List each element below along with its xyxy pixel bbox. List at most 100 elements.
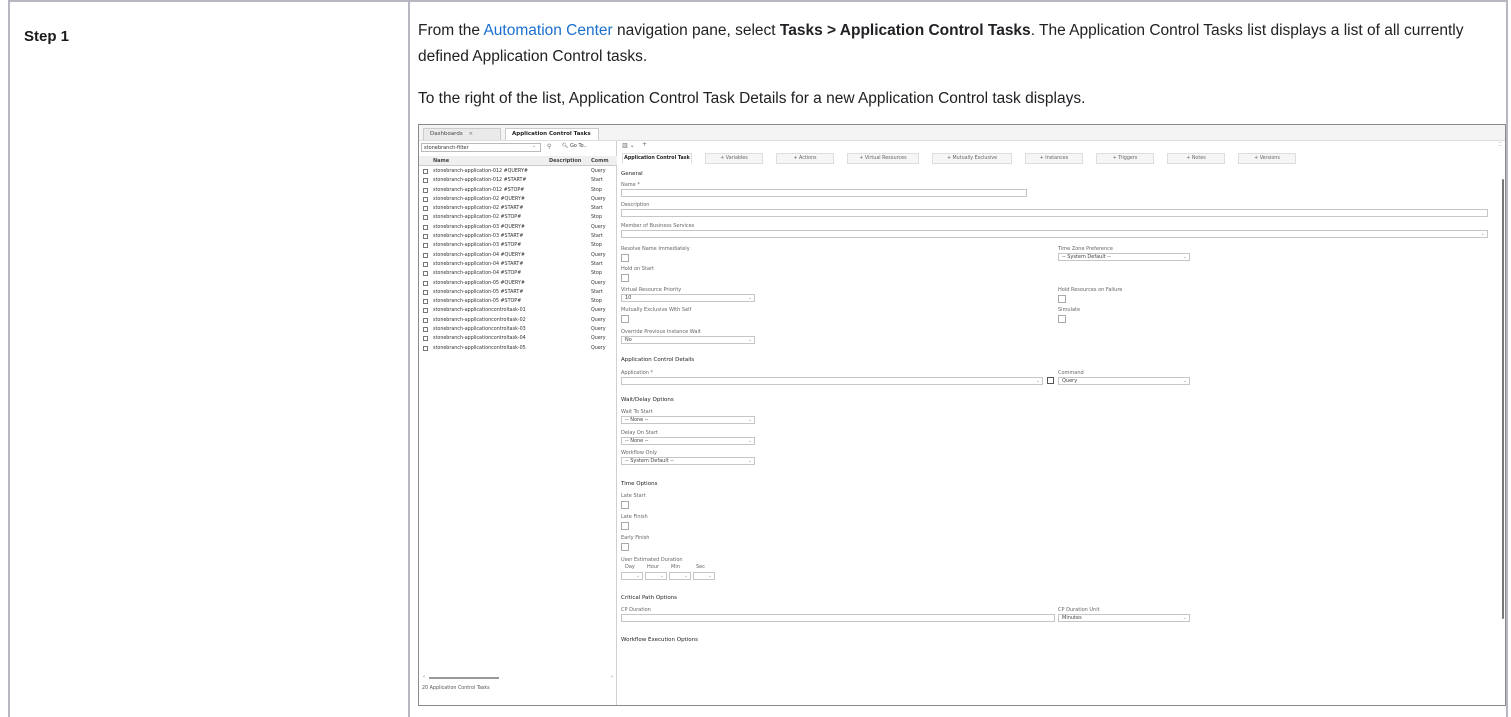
table-row[interactable]: stonebranch-application-04 #START# Start — [419, 260, 617, 269]
scroll-thumb[interactable] — [1502, 179, 1504, 619]
hour-select[interactable]: ⌄ — [645, 572, 667, 580]
member-business-services-select[interactable]: ⌄ — [621, 230, 1488, 238]
scroll-thumb[interactable] — [429, 677, 499, 679]
wait-value: -- None -- — [625, 417, 649, 423]
task-list-pane: stonebranch-filter ⌄ ⚲ 🔍︎ Go To.. Name D… — [419, 141, 617, 705]
min-select[interactable]: ⌄ — [669, 572, 691, 580]
table-row[interactable]: stonebranch-application-012 #STOP# Stop — [419, 186, 617, 195]
hold-resources-label: Hold Resources on Failure — [1058, 287, 1123, 293]
table-row[interactable]: stonebranch-applicationcontroltask-01 Que… — [419, 306, 617, 315]
override-select[interactable]: No ⌄ — [621, 336, 755, 344]
table-row[interactable]: stonebranch-application-05 #START# Start — [419, 288, 617, 297]
add-icon[interactable]: + — [642, 141, 647, 148]
chevron-down-icon[interactable]: ⌄ — [532, 143, 536, 149]
scroll-right-icon[interactable]: › — [611, 674, 613, 680]
name-field[interactable] — [621, 189, 1027, 197]
chevron-down-icon: ⌄ — [635, 573, 640, 579]
resolve-name-checkbox[interactable] — [621, 254, 629, 262]
details-toolbar: ▥ ⌄ + ⁚⁚ — [618, 141, 1505, 151]
table-row[interactable]: stonebranch-applicationcontroltask-02 Que… — [419, 316, 617, 325]
late-finish-checkbox[interactable] — [621, 522, 629, 530]
hold-on-start-checkbox[interactable] — [621, 274, 629, 282]
table-row[interactable]: stonebranch-application-03 #QUERY# Query — [419, 223, 617, 232]
wait-to-start-select[interactable]: -- None -- ⌄ — [621, 416, 755, 424]
detail-tab-8[interactable]: + Notes — [1167, 153, 1225, 164]
automation-center-link[interactable]: Automation Center — [483, 22, 612, 39]
task-icon — [423, 196, 428, 202]
scroll-left-icon[interactable]: ‹ — [423, 674, 425, 680]
horizontal-scrollbar[interactable]: ‹ › — [423, 674, 613, 680]
cp-duration-field[interactable] — [621, 614, 1055, 622]
task-icon — [423, 308, 428, 314]
early-finish-checkbox[interactable] — [621, 543, 629, 551]
filter-select[interactable]: stonebranch-filter — [421, 143, 541, 152]
mutex-self-checkbox[interactable] — [621, 315, 629, 323]
chevron-down-icon: ⌄ — [1182, 254, 1187, 260]
vertical-scrollbar[interactable] — [1501, 179, 1505, 639]
description-field[interactable] — [621, 209, 1488, 217]
task-command: Query — [591, 345, 606, 351]
collapse-icon[interactable]: ⁚⁚ — [1499, 142, 1502, 148]
detail-tab-3[interactable]: + Actions — [776, 153, 834, 164]
table-row[interactable]: stonebranch-application-05 #STOP# Stop — [419, 297, 617, 306]
detail-tab-9[interactable]: + Versions — [1238, 153, 1296, 164]
column-header-command[interactable]: Comm — [591, 158, 609, 164]
text-fragment: navigation pane, select — [612, 22, 780, 39]
vr-priority-value: 10 — [625, 295, 632, 301]
simulate-checkbox[interactable] — [1058, 315, 1066, 323]
command-select[interactable]: Query ⌄ — [1058, 377, 1190, 385]
table-row[interactable]: stonebranch-application-012 #QUERY# Query — [419, 167, 617, 176]
cp-unit-select[interactable]: Minutes ⌄ — [1058, 614, 1190, 622]
table-row[interactable]: stonebranch-application-04 #QUERY# Query — [419, 251, 617, 260]
application-select[interactable]: ⌄ — [621, 377, 1043, 385]
day-select[interactable]: ⌄ — [621, 572, 643, 580]
application-details-icon[interactable] — [1047, 377, 1054, 384]
column-header-name[interactable]: Name — [433, 158, 449, 164]
chevron-down-icon: ⌄ — [1182, 615, 1187, 621]
simulate-label: Simulate — [1058, 307, 1081, 313]
cp-duration-label: CP Duration — [621, 607, 651, 613]
workflow-only-select[interactable]: -- System Default -- ⌄ — [621, 457, 755, 465]
vr-priority-select[interactable]: 10 ⌄ — [621, 294, 755, 302]
table-row[interactable]: stonebranch-application-03 #START# Start — [419, 232, 617, 241]
detail-tab-5[interactable]: + Mutually Exclusive — [932, 153, 1012, 164]
task-name: stonebranch-application-02 #STOP# — [433, 215, 522, 221]
task-command: Stop — [591, 243, 602, 249]
late-start-checkbox[interactable] — [621, 501, 629, 509]
grid-menu-icon[interactable]: ▥ ⌄ — [622, 142, 635, 149]
hold-resources-checkbox[interactable] — [1058, 295, 1066, 303]
table-row[interactable]: stonebranch-applicationcontroltask-03 Que… — [419, 325, 617, 334]
delay-value: -- None -- — [625, 438, 649, 444]
column-header-description[interactable]: Description — [549, 158, 581, 164]
detail-tab-1[interactable]: Application Control Task — [622, 153, 692, 164]
workflow-value: -- System Default -- — [625, 458, 674, 464]
close-icon[interactable]: × — [468, 131, 473, 137]
table-row[interactable]: stonebranch-application-03 #STOP# Stop — [419, 241, 617, 250]
task-icon — [423, 169, 428, 174]
tab-dashboards[interactable]: Dashboards × — [423, 128, 501, 140]
step-paragraph-2: To the right of the list, Application Co… — [418, 90, 1086, 107]
table-row[interactable]: stonebranch-applicationcontroltask-04 Que… — [419, 334, 617, 343]
table-row[interactable]: stonebranch-application-02 #QUERY# Query — [419, 195, 617, 204]
table-row[interactable]: stonebranch-applicationcontroltask-05 Que… — [419, 344, 617, 353]
detail-tab-2[interactable]: + Variables — [705, 153, 763, 164]
hold-on-start-label: Hold on Start — [621, 266, 655, 272]
table-row[interactable]: stonebranch-application-012 #START# Start — [419, 176, 617, 185]
delay-on-start-select[interactable]: -- None -- ⌄ — [621, 437, 755, 445]
task-icon — [423, 280, 428, 286]
table-row[interactable]: stonebranch-application-02 #STOP# Stop — [419, 213, 617, 222]
table-row[interactable]: stonebranch-application-02 #START# Start — [419, 204, 617, 213]
table-row[interactable]: stonebranch-application-04 #STOP# Stop — [419, 269, 617, 278]
list-header: Name Description Comm — [419, 156, 617, 166]
sec-select[interactable]: ⌄ — [693, 572, 715, 580]
filter-icon[interactable]: ⚲ — [547, 143, 551, 150]
tab-application-control-tasks[interactable]: Application Control Tasks × — [505, 128, 599, 148]
table-row[interactable]: stonebranch-application-05 #QUERY# Query — [419, 279, 617, 288]
detail-tab-4[interactable]: + Virtual Resources — [847, 153, 919, 164]
goto-label: Go To.. — [569, 143, 587, 149]
goto-button[interactable]: 🔍︎ Go To.. — [562, 143, 587, 149]
application-label: Application * — [621, 370, 654, 376]
timezone-select[interactable]: -- System Default -- ⌄ — [1058, 253, 1190, 261]
detail-tab-7[interactable]: + Triggers — [1096, 153, 1154, 164]
detail-tab-6[interactable]: + Instances — [1025, 153, 1083, 164]
